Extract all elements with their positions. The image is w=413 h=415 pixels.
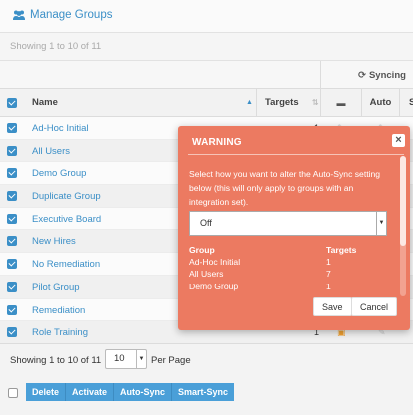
modal-group-targets: 7: [326, 269, 331, 279]
group-name-link[interactable]: All Users: [32, 146, 70, 157]
row-checkbox[interactable]: [7, 213, 17, 224]
auto-sync-select[interactable]: Off ▼: [189, 211, 387, 236]
row-checkbox[interactable]: [7, 259, 17, 270]
modal-divider: [188, 154, 404, 155]
users-icon: [13, 10, 25, 20]
per-page-select[interactable]: 10 ▼: [105, 349, 147, 369]
table-header: Name ▲ Targets ⇅ ▬ Auto S: [0, 89, 413, 117]
modal-message: Select how you want to alter the Auto-Sy…: [189, 169, 381, 207]
modal-group-targets: 1: [326, 257, 331, 267]
dropdown-arrow-icon[interactable]: ▼: [376, 212, 386, 235]
row-checkbox[interactable]: [7, 168, 17, 179]
bulk-actions: Delete Activate Auto-Sync Smart-Sync: [26, 383, 235, 401]
delete-button[interactable]: Delete: [26, 383, 67, 401]
modal-scrollbar[interactable]: [400, 156, 406, 296]
list-icon: ▬: [336, 98, 346, 108]
group-name-link[interactable]: Duplicate Group: [32, 191, 101, 202]
row-checkbox[interactable]: [7, 145, 17, 156]
row-checkbox[interactable]: [7, 123, 17, 133]
page-title: Manage Groups: [12, 9, 112, 21]
column-header-targets[interactable]: Targets: [256, 89, 320, 117]
divider: [320, 61, 321, 88]
table-group-header: ⟳ Syncing: [0, 61, 413, 89]
activate-button[interactable]: Activate: [66, 383, 115, 401]
smart-sync-button[interactable]: Smart-Sync: [172, 383, 235, 401]
select-all-checkbox[interactable]: [7, 98, 17, 108]
refresh-icon: ⟳: [358, 70, 366, 81]
modal-targets-header: Targets: [326, 245, 357, 255]
modal-group-name: Ad-Hoc Initial: [189, 257, 241, 267]
row-checkbox[interactable]: [7, 191, 17, 202]
dropdown-arrow-icon[interactable]: ▼: [136, 350, 146, 368]
showing-text-bottom: Showing 1 to 10 of 11: [10, 355, 102, 366]
table-footer: Showing 1 to 10 of 11 10 ▼ Per Page Dele…: [0, 343, 413, 415]
bulk-select-checkbox[interactable]: [8, 388, 18, 398]
cancel-button[interactable]: Cancel: [351, 297, 398, 316]
page-header: Manage Groups: [0, 0, 413, 33]
group-name-link[interactable]: Role Training: [32, 327, 88, 338]
save-button[interactable]: Save: [313, 297, 352, 316]
per-page-label: Per Page: [151, 355, 191, 366]
showing-count-top: Showing 1 to 10 of 11: [0, 33, 413, 61]
modal-list-fade: [188, 279, 388, 284]
column-header-icon: ▬: [320, 89, 361, 117]
group-name-link[interactable]: Executive Board: [32, 214, 101, 225]
row-checkbox[interactable]: [7, 236, 17, 247]
row-checkbox[interactable]: [7, 304, 17, 315]
row-checkbox[interactable]: [7, 281, 17, 292]
column-header-name[interactable]: Name: [32, 89, 58, 117]
group-name-link[interactable]: Demo Group: [32, 168, 86, 179]
warning-modal: WARNING × Select how you want to alter t…: [178, 126, 410, 330]
group-name-link[interactable]: No Remediation: [32, 259, 100, 270]
syncing-label: Syncing: [368, 70, 406, 81]
sort-both-icon[interactable]: ⇅: [312, 89, 319, 117]
column-header-auto[interactable]: Auto: [361, 89, 399, 117]
page-title-text: Manage Groups: [30, 9, 113, 21]
modal-title: WARNING: [192, 137, 242, 148]
syncing-header: ⟳ Syncing: [358, 70, 406, 81]
scrollbar-thumb[interactable]: [400, 156, 406, 246]
group-name-link[interactable]: Ad-Hoc Initial: [32, 123, 89, 134]
per-page-value: 10: [114, 353, 125, 364]
row-checkbox[interactable]: [7, 327, 17, 338]
modal-group-header: Group: [189, 245, 215, 255]
group-name-link[interactable]: New Hires: [32, 236, 76, 247]
auto-sync-select-value: Off: [200, 218, 212, 228]
sort-asc-icon[interactable]: ▲: [246, 89, 253, 117]
showing-text-top: Showing 1 to 10 of 11: [10, 41, 102, 52]
close-icon[interactable]: ×: [392, 134, 405, 147]
select-all-checkbox-wrap[interactable]: [7, 89, 17, 117]
auto-sync-button[interactable]: Auto-Sync: [114, 383, 173, 401]
group-name-link[interactable]: Remediation: [32, 305, 85, 316]
column-header-smart[interactable]: S: [399, 89, 413, 117]
group-name-link[interactable]: Pilot Group: [32, 282, 80, 293]
modal-group-name: All Users: [189, 269, 224, 279]
